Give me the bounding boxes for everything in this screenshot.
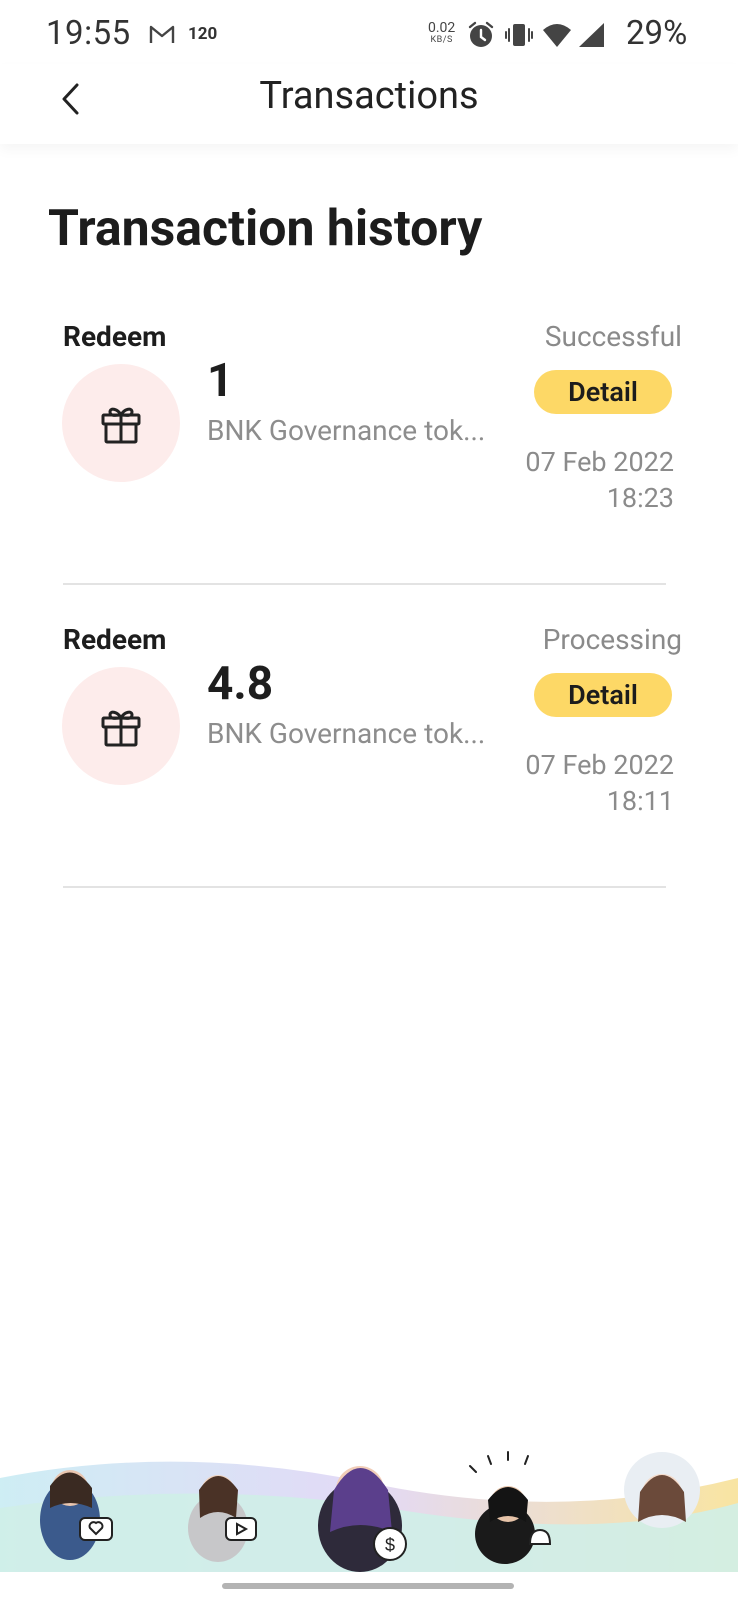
transaction-time: 18:11 bbox=[606, 785, 674, 817]
home-indicator[interactable] bbox=[222, 1583, 514, 1589]
transaction-token: BNK Governance tok... bbox=[207, 717, 486, 750]
transaction-datetime: 07 Feb 2022 18:23 bbox=[525, 444, 674, 516]
notification-count: 120 bbox=[188, 24, 218, 44]
transaction-type: Redeem bbox=[63, 320, 167, 353]
page-title: Transaction history bbox=[48, 200, 483, 258]
battery-level: 29% bbox=[626, 14, 688, 53]
svg-text:$: $ bbox=[385, 1535, 395, 1555]
transaction-amount: 1 bbox=[207, 354, 234, 408]
divider bbox=[63, 583, 666, 585]
divider bbox=[63, 886, 666, 888]
vibrate-icon bbox=[505, 24, 533, 46]
nav-member-5[interactable] bbox=[624, 1452, 700, 1528]
transaction-amount: 4.8 bbox=[207, 657, 274, 711]
gmail-icon bbox=[149, 25, 175, 43]
network-speed-unit: KB/S bbox=[430, 35, 453, 45]
detail-button[interactable]: Detail bbox=[534, 370, 672, 414]
detail-button[interactable]: Detail bbox=[534, 673, 672, 717]
status-bar: 19:55 120 0.02 KB/S 29% bbox=[0, 0, 738, 64]
transaction-status: Successful bbox=[544, 320, 682, 353]
header-title: Transactions bbox=[259, 74, 479, 118]
status-time: 19:55 bbox=[46, 14, 131, 53]
transaction-type: Redeem bbox=[63, 623, 167, 656]
gift-icon bbox=[101, 407, 141, 444]
transaction-date: 07 Feb 2022 bbox=[525, 749, 674, 781]
wifi-icon bbox=[543, 24, 571, 47]
network-speed: 0.02 KB/S bbox=[428, 20, 456, 46]
transaction-icon-circle bbox=[62, 667, 180, 785]
network-speed-value: 0.02 bbox=[428, 20, 456, 36]
signal-icon bbox=[579, 23, 604, 47]
transaction-status: Processing bbox=[542, 623, 682, 656]
transaction-item: Redeem Processing 4.8 BNK Governance tok… bbox=[0, 623, 738, 923]
transaction-date: 07 Feb 2022 bbox=[525, 446, 674, 478]
app-header: Transactions bbox=[0, 64, 738, 144]
transaction-datetime: 07 Feb 2022 18:11 bbox=[525, 747, 674, 819]
alarm-icon bbox=[468, 21, 494, 47]
transaction-item: Redeem Successful 1 BNK Governance tok..… bbox=[0, 320, 738, 620]
transaction-token: BNK Governance tok... bbox=[207, 414, 486, 447]
transaction-time: 18:23 bbox=[606, 482, 674, 514]
bottom-nav-art: $ bbox=[0, 1451, 738, 1572]
gift-icon bbox=[101, 710, 141, 747]
transaction-icon-circle bbox=[62, 364, 180, 482]
